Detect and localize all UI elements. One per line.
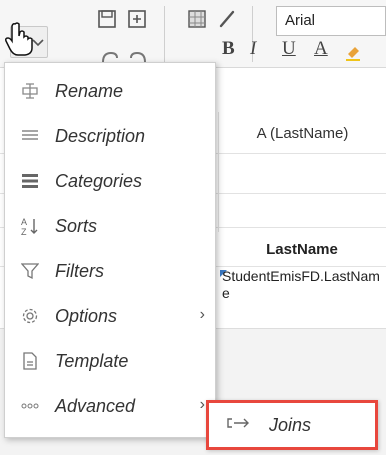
menu-item-filters[interactable]: Filters — [5, 249, 215, 293]
fill-button[interactable] — [184, 6, 210, 32]
submenu-item-joins[interactable]: Joins — [209, 403, 375, 447]
brush-button[interactable] — [214, 6, 240, 32]
font-name-field[interactable]: Arial — [276, 6, 386, 36]
svg-text:A: A — [21, 217, 27, 227]
menu-item-description[interactable]: Description — [5, 114, 215, 158]
hand-cursor-icon — [5, 22, 33, 56]
menu-item-sorts[interactable]: AZ Sorts — [5, 204, 215, 248]
menu-item-label: Categories — [55, 170, 143, 191]
join-icon — [209, 416, 269, 435]
filter-icon — [5, 262, 55, 280]
menu-item-label: Options — [55, 305, 118, 326]
description-icon — [5, 129, 55, 143]
gear-icon — [5, 307, 55, 325]
menu-item-label: Filters — [55, 260, 104, 281]
chevron-right-icon: › — [199, 396, 205, 413]
save-icon — [98, 10, 116, 28]
menu-item-rename[interactable]: Rename — [5, 69, 215, 113]
brush-icon — [219, 10, 235, 28]
menu-item-label: Advanced — [55, 395, 136, 416]
table-cell[interactable] — [218, 154, 386, 232]
advanced-submenu: Joins — [206, 400, 378, 450]
menu-item-categories[interactable]: Categories — [5, 159, 215, 203]
menu-item-template[interactable]: Template — [5, 339, 215, 383]
template-icon — [5, 352, 55, 370]
toolbar-separator — [164, 6, 165, 62]
italic-button[interactable]: I — [250, 38, 256, 60]
pattern-fill-icon — [188, 10, 206, 28]
column-title-cell[interactable]: LastName — [218, 232, 386, 266]
svg-text:Z: Z — [21, 227, 27, 236]
bold-button[interactable]: B — [222, 38, 235, 60]
highlight-icon — [346, 47, 360, 61]
properties-menu: Rename Description Categories AZ Sorts F… — [4, 62, 216, 438]
add-button[interactable] — [124, 6, 150, 32]
highlight-button[interactable] — [340, 40, 366, 64]
rename-icon — [5, 82, 55, 100]
menu-item-label: Sorts — [55, 215, 98, 236]
field-value-cell[interactable]: StudentEmisFD.LastName — [222, 268, 386, 302]
save-button[interactable] — [94, 6, 120, 32]
menu-item-options[interactable]: Options › — [5, 294, 215, 338]
toolbar: Arial B I U A — [0, 0, 386, 68]
submenu-item-label: Joins — [269, 414, 312, 435]
chevron-right-icon: › — [199, 306, 205, 323]
underline-button[interactable]: U — [282, 38, 296, 60]
menu-item-label: Template — [55, 350, 129, 371]
add-box-icon — [128, 10, 146, 28]
font-color-button[interactable]: A — [314, 38, 328, 60]
menu-item-label: Description — [55, 125, 146, 146]
sort-icon: AZ — [5, 216, 55, 236]
menu-item-label: Rename — [55, 80, 124, 101]
more-icon — [5, 403, 55, 409]
menu-item-advanced[interactable]: Advanced › — [5, 384, 215, 428]
categories-icon — [5, 173, 55, 189]
column-a-header[interactable]: A (LastName) — [218, 112, 386, 154]
